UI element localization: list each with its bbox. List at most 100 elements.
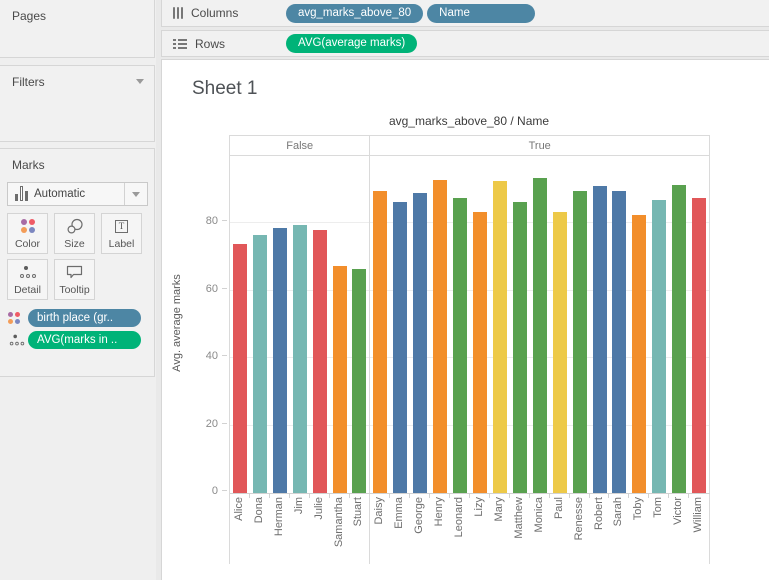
bar[interactable] — [233, 244, 247, 493]
tooltip-button[interactable]: Tooltip — [54, 259, 95, 300]
bar[interactable] — [393, 202, 407, 494]
bar-slot — [669, 156, 689, 493]
x-axis-label[interactable]: Lizy — [473, 497, 486, 517]
y-tick-label: 0 — [212, 485, 218, 497]
label-slot: Renesse — [570, 494, 590, 564]
x-axis-label[interactable]: Sarah — [612, 497, 625, 526]
x-axis-label[interactable]: Toby — [632, 497, 645, 520]
bar[interactable] — [672, 185, 686, 493]
label-slot: William — [689, 494, 709, 564]
x-axis-label[interactable]: Tom — [652, 497, 665, 518]
panel — [370, 156, 710, 493]
sheet-title: Sheet 1 — [192, 78, 258, 100]
x-axis-label[interactable]: Monica — [533, 497, 546, 532]
column-headers: FalseTrue — [230, 135, 710, 156]
color-button[interactable]: Color — [7, 213, 48, 254]
filters-caret-icon[interactable] — [136, 79, 144, 84]
bar[interactable] — [453, 198, 467, 493]
bar-slot — [250, 156, 270, 493]
bar-slot — [390, 156, 410, 493]
bar[interactable] — [612, 191, 626, 493]
bar[interactable] — [333, 266, 347, 493]
bar[interactable] — [632, 215, 646, 493]
x-axis-label[interactable]: Dona — [253, 497, 266, 523]
bar[interactable] — [493, 181, 507, 493]
x-axis-label[interactable]: Matthew — [513, 497, 526, 539]
x-tick-mark — [289, 494, 290, 498]
x-axis-label[interactable]: Paul — [553, 497, 566, 519]
bar-slot — [590, 156, 610, 493]
columns-shelf[interactable]: Columns avg_marks_above_80 Name — [161, 0, 769, 27]
x-axis-label[interactable]: Julie — [313, 497, 326, 520]
detail-button[interactable]: Detail — [7, 259, 48, 300]
x-axis-label[interactable]: William — [692, 497, 705, 532]
bar[interactable] — [652, 200, 666, 493]
label-slot: Samantha — [330, 494, 350, 564]
label-slot: Henry — [430, 494, 450, 564]
bar[interactable] — [373, 191, 387, 493]
bar-slot — [510, 156, 530, 493]
rows-shelf[interactable]: Rows AVG(average marks) — [161, 30, 769, 57]
x-axis-label[interactable]: Renesse — [573, 497, 586, 540]
x-axis-label[interactable]: Daisy — [373, 497, 386, 525]
x-axis-label[interactable]: Jim — [293, 497, 306, 514]
x-axis-label[interactable]: George — [413, 497, 426, 534]
panel-header[interactable]: True — [370, 136, 710, 155]
x-axis-label[interactable]: Samantha — [333, 497, 346, 547]
marks-pill-birth-place[interactable]: birth place (gr.. — [28, 309, 141, 327]
bar[interactable] — [473, 212, 487, 493]
x-axis-label[interactable]: Stuart — [352, 497, 365, 526]
bar-slot — [370, 156, 390, 493]
bar[interactable] — [313, 230, 327, 493]
bar[interactable] — [413, 193, 427, 493]
x-axis-label[interactable]: Leonard — [453, 497, 466, 537]
bar[interactable] — [433, 180, 447, 493]
x-axis-label[interactable]: Victor — [672, 497, 685, 525]
label-button-label: Label — [109, 238, 135, 250]
x-axis-label[interactable]: Alice — [233, 497, 246, 521]
mark-type-dropdown-arrow[interactable] — [124, 183, 147, 205]
marks-pill-avg-marks[interactable]: AVG(marks in .. — [28, 331, 141, 349]
detail-button-label: Detail — [14, 284, 41, 296]
pill-avg-marks-above-80[interactable]: avg_marks_above_80 — [286, 4, 423, 23]
bar[interactable] — [553, 212, 567, 493]
chevron-down-icon — [132, 192, 140, 197]
x-tick-mark — [409, 494, 410, 498]
bar[interactable] — [253, 235, 267, 493]
bar-slot — [570, 156, 590, 493]
filters-shelf[interactable]: Filters — [0, 65, 155, 142]
detail-dots-icon — [19, 266, 37, 278]
bar[interactable] — [573, 191, 587, 493]
pages-shelf[interactable]: Pages — [0, 0, 155, 58]
bar[interactable] — [593, 186, 607, 493]
panel-header[interactable]: False — [230, 136, 370, 155]
x-tick-mark — [668, 494, 669, 498]
bar-slot — [450, 156, 470, 493]
bar[interactable] — [352, 269, 366, 493]
bar[interactable] — [293, 225, 307, 493]
x-axis-label[interactable]: Mary — [493, 497, 506, 521]
x-tick-mark — [608, 494, 609, 498]
pill-avg-average-marks[interactable]: AVG(average marks) — [286, 34, 417, 53]
label-slot: Victor — [669, 494, 689, 564]
size-button[interactable]: Size — [54, 213, 95, 254]
left-sidebar: Pages Filters Marks Automatic Color Size — [0, 0, 156, 580]
bar[interactable] — [273, 228, 287, 493]
bar[interactable] — [692, 198, 706, 493]
y-axis[interactable]: 020406080 — [190, 135, 228, 491]
bar[interactable] — [513, 202, 527, 494]
x-tick-mark — [529, 494, 530, 498]
pill-name[interactable]: Name — [427, 4, 535, 23]
x-axis-label[interactable]: Herman — [273, 497, 286, 536]
mark-type-dropdown[interactable]: Automatic — [7, 182, 148, 206]
label-slot: Matthew — [510, 494, 530, 564]
columns-shelf-label: Columns — [191, 6, 238, 20]
bar[interactable] — [533, 178, 547, 493]
x-axis-label[interactable]: Henry — [433, 497, 446, 526]
x-tick-mark — [648, 494, 649, 498]
x-axis-label[interactable]: Robert — [593, 497, 606, 530]
x-axis-label[interactable]: Emma — [393, 497, 406, 529]
x-tick-mark — [269, 494, 270, 498]
text-label-icon: T — [115, 220, 128, 233]
label-button[interactable]: T Label — [101, 213, 142, 254]
